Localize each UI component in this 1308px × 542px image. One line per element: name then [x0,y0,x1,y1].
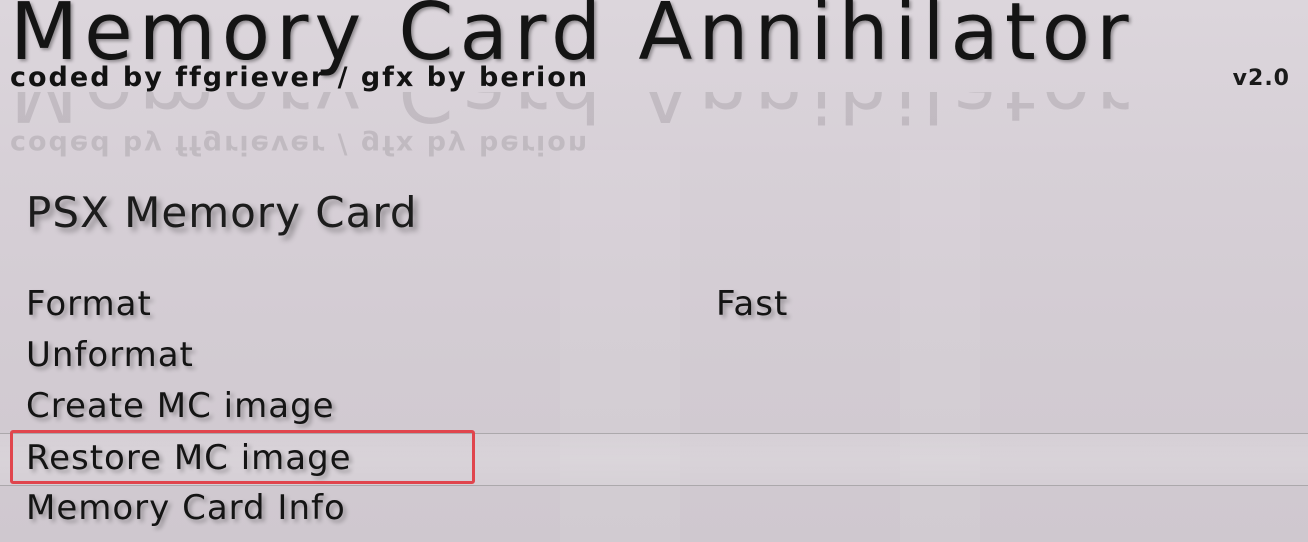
selection-highlight-box [10,430,475,484]
menu-item-label: Unformat [26,335,194,375]
credits-reflection: coded by ffgriever / gfx by berion [10,129,590,160]
app-credits: coded by ffgriever / gfx by berion [10,62,590,93]
menu-item-create-mc-image[interactable]: Create MC image [0,382,1308,433]
app-version: v2.0 [1232,66,1290,91]
menu-item-value-format-mode[interactable]: Fast [716,284,788,324]
section-heading: PSX Memory Card [26,188,418,237]
menu-item-label: Format [26,284,152,324]
title-reflection-text: Memory Card Annihilator [10,92,1135,138]
menu-item-format[interactable]: Format Fast [0,280,1308,331]
menu-item-label: Create MC image [26,386,335,426]
menu-item-label: Memory Card Info [26,488,346,528]
menu-item-memory-card-info[interactable]: Memory Card Info [0,484,1308,535]
menu-item-unformat[interactable]: Unformat [0,331,1308,382]
